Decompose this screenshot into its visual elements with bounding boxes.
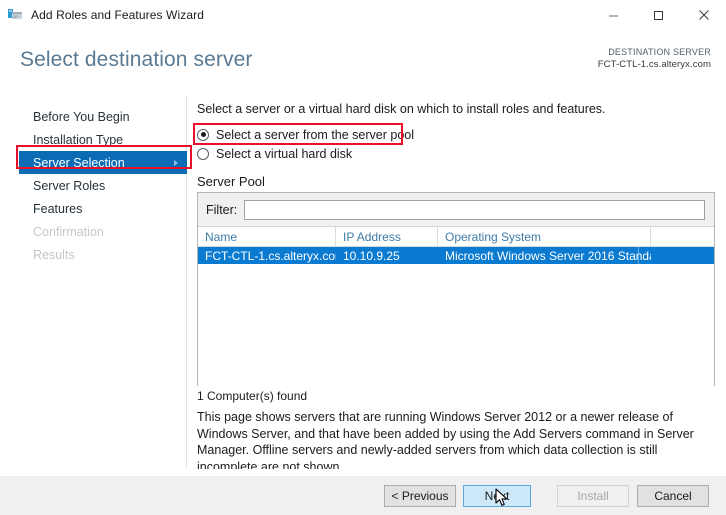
sidebar-item-label: Results — [33, 247, 75, 262]
wizard-steps-sidebar: Before You Begin Installation Type Serve… — [0, 96, 187, 468]
sidebar-item-server-roles[interactable]: Server Roles — [22, 174, 186, 197]
table-row[interactable]: FCT-CTL-1.cs.alteryx.com 10.10.9.25 Micr… — [198, 247, 714, 264]
column-header-ip-address[interactable]: IP Address — [336, 227, 438, 246]
radio-icon — [197, 147, 209, 160]
title-bar: Add Roles and Features Wizard — [0, 0, 726, 30]
maximize-icon[interactable] — [636, 0, 681, 30]
sidebar-item-before-you-begin[interactable]: Before You Begin — [22, 105, 186, 128]
sidebar-item-label: Installation Type — [33, 132, 124, 147]
server-pool-grid: Name IP Address Operating System FCT-CTL… — [198, 226, 714, 386]
page-title: Select destination server — [20, 48, 253, 71]
column-header-operating-system[interactable]: Operating System — [438, 227, 651, 246]
destination-server-label: DESTINATION SERVER — [608, 47, 711, 57]
destination-server-block: DESTINATION SERVER FCT-CTL-1.cs.alteryx.… — [598, 47, 711, 71]
sidebar-item-label: Features — [33, 201, 83, 216]
column-header-name[interactable]: Name — [198, 227, 336, 246]
radio-select-server-from-pool[interactable]: Select a server from the server pool — [197, 125, 414, 144]
radio-icon — [197, 128, 209, 141]
page-description: This page shows servers that are running… — [197, 410, 694, 474]
install-button: Install — [557, 485, 629, 507]
sidebar-item-installation-type[interactable]: Installation Type — [22, 128, 186, 151]
close-icon[interactable] — [681, 0, 726, 30]
cell-name: FCT-CTL-1.cs.alteryx.com — [205, 248, 336, 263]
minimize-icon[interactable] — [591, 0, 636, 30]
sidebar-item-label: Confirmation — [33, 224, 104, 239]
next-button[interactable]: Next — [463, 485, 531, 507]
grid-header-row: Name IP Address Operating System — [198, 226, 714, 247]
intro-text: Select a server or a virtual hard disk o… — [197, 102, 606, 116]
cancel-button[interactable]: Cancel — [637, 485, 709, 507]
filter-input[interactable] — [244, 199, 705, 220]
sidebar-item-label: Server Roles — [33, 178, 106, 193]
footer-bar: < Previous Next Install Cancel — [0, 469, 726, 515]
content-pane: Select a server or a virtual hard disk o… — [188, 96, 726, 474]
wizard-window: Add Roles and Features Wizard Select des… — [0, 0, 726, 515]
window-title: Add Roles and Features Wizard — [31, 8, 204, 22]
sidebar-item-label: Server Selection — [33, 155, 125, 170]
window-controls — [591, 0, 726, 30]
column-header-filler — [651, 227, 714, 246]
radio-label: Select a server from the server pool — [216, 127, 414, 142]
cell-operating-system: Microsoft Windows Server 2016 Standard — [445, 248, 651, 263]
header-band: Select destination server DESTINATION SE… — [0, 30, 726, 90]
previous-button[interactable]: < Previous — [384, 485, 456, 507]
server-pool-label: Server Pool — [197, 174, 265, 189]
computers-found-text: 1 Computer(s) found — [197, 389, 308, 403]
sidebar-item-label: Before You Begin — [33, 109, 130, 124]
server-pool-box: Filter: Name IP Address Operating System… — [197, 192, 715, 386]
sidebar-item-confirmation: Confirmation — [22, 220, 186, 243]
filter-label: Filter: — [206, 202, 238, 217]
server-source-radio-group: Select a server from the server pool Sel… — [197, 125, 414, 163]
filter-bar: Filter: — [198, 193, 714, 226]
cell-ip-address: 10.10.9.25 — [343, 248, 400, 263]
radio-label: Select a virtual hard disk — [216, 146, 353, 161]
sidebar-item-results: Results — [22, 243, 186, 266]
destination-server-value: FCT-CTL-1.cs.alteryx.com — [597, 58, 711, 70]
server-manager-icon — [7, 7, 23, 23]
sidebar-item-server-selection[interactable]: Server Selection — [19, 151, 187, 174]
sidebar-item-features[interactable]: Features — [22, 197, 186, 220]
radio-select-virtual-hard-disk[interactable]: Select a virtual hard disk — [197, 144, 414, 163]
